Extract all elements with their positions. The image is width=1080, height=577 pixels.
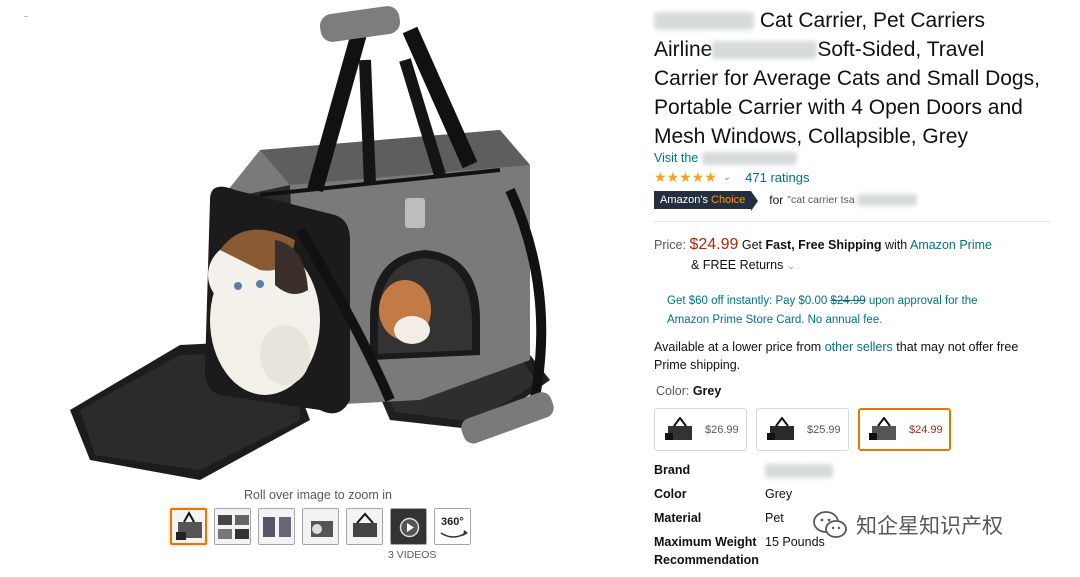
thumbnail-2[interactable] <box>214 508 251 545</box>
get-text: Get <box>741 238 763 252</box>
availability-text-b: that may not offer free <box>896 340 1019 354</box>
main-product-image[interactable] <box>60 0 580 482</box>
color-option-1[interactable]: $26.99 <box>654 408 747 451</box>
other-sellers-link[interactable]: other sellers <box>825 340 893 354</box>
color-option-price: $26.99 <box>705 423 739 436</box>
carrier-thumbnail-icon <box>767 416 794 440</box>
color-option-price: $24.99 <box>909 423 943 436</box>
videos-count-label: 3 VIDEOS <box>388 549 437 561</box>
carrier-thumbnail-icon <box>665 416 692 440</box>
thumbnail-3[interactable] <box>258 508 295 545</box>
fast-free-shipping: Fast, Free Shipping <box>765 238 882 252</box>
card-offer-text-b: upon approval for the <box>868 295 978 307</box>
watermark-text: 知企星知识产权 <box>856 515 1003 538</box>
redacted-title-text <box>712 41 818 60</box>
price-value: $24.99 <box>689 236 739 253</box>
card-offer-text-a: Get $60 off instantly: Pay $0.00 <box>667 295 828 307</box>
thumbnail-4[interactable] <box>302 508 339 545</box>
search-query-link[interactable]: "cat carrier tsa <box>787 194 854 206</box>
spec-value: Pet <box>765 511 784 525</box>
color-swatches: $26.99 $25.99 $24.99 <box>654 408 951 451</box>
visit-store-link[interactable]: Visit the <box>654 151 797 166</box>
for-label: for <box>769 193 784 207</box>
title-line-2-suffix: Soft-Sided, Travel <box>817 38 985 61</box>
divider <box>654 221 1050 222</box>
availability-note: Available at a lower price from other se… <box>654 338 1054 374</box>
product-title: Cat Carrier, Pet Carriers Airline Soft-Si… <box>654 6 1062 151</box>
title-line-3: Carrier for Average Cats and Small Dogs, <box>654 67 1040 90</box>
chevron-down-icon[interactable]: ⌄ <box>723 172 731 183</box>
free-returns-label: & FREE Returns <box>691 258 784 272</box>
redacted-store-name <box>701 152 797 166</box>
image-gallery: Roll over image to zoom in 360° 3 VIDEOS <box>0 0 640 573</box>
zoom-hint: Roll over image to zoom in <box>244 488 392 502</box>
thumbnail-1[interactable] <box>170 508 207 545</box>
title-line-5: Mesh Windows, Collapsible, Grey <box>654 125 968 148</box>
price-label: Price: <box>654 238 686 252</box>
title-line-4: Portable Carrier with 4 Open Doors and <box>654 96 1023 119</box>
title-line-2-prefix: Airline <box>654 38 713 61</box>
badge-choice: Choice <box>711 194 746 206</box>
amazons-choice-badge: Amazon's Choice <box>654 191 759 211</box>
ratings-count-link[interactable]: 471 ratings <box>745 170 809 185</box>
color-selection-label: Color: Grey <box>656 384 721 398</box>
spec-key: Material <box>654 511 702 525</box>
badge-prefix: Amazon's <box>660 194 708 206</box>
spec-key: Recommendation <box>654 553 759 567</box>
view-360-label: 360° <box>441 516 464 528</box>
watermark: 知企星知识产权 <box>812 510 1003 540</box>
thumbnail-strip: 360° <box>170 508 471 545</box>
free-returns-row[interactable]: & FREE Returns ⌄ <box>691 258 795 272</box>
color-option-2[interactable]: $25.99 <box>756 408 849 451</box>
with-text: with <box>884 238 908 252</box>
color-label: Color: <box>656 384 690 398</box>
wechat-icon <box>813 511 847 538</box>
card-offer-strike-price: $24.99 <box>830 295 866 307</box>
color-option-price: $25.99 <box>807 423 841 436</box>
carrier-thumbnail-icon <box>869 416 896 440</box>
card-offer-line-2: Amazon Prime Store Card. No annual fee. <box>667 314 883 326</box>
title-line-1: Cat Carrier, Pet Carriers <box>759 9 986 32</box>
spec-value: Grey <box>765 487 793 501</box>
rating-row: ★★★★★ ⌄ 471 ratings <box>654 169 809 186</box>
store-card-offer[interactable]: Get $60 off instantly: Pay $0.00 $24.99 … <box>667 292 1047 330</box>
redacted-brand <box>654 12 754 31</box>
availability-text-c: Prime shipping. <box>654 358 741 372</box>
spec-key: Maximum Weight <box>654 535 757 549</box>
spec-key: Brand <box>654 463 691 477</box>
video-thumbnail[interactable] <box>390 508 427 545</box>
amazons-choice-row: Amazon's Choice for "cat carrier tsa <box>654 191 917 211</box>
price-row: Price: $24.99 Get Fast, Free Shipping wi… <box>654 236 992 254</box>
availability-text-a: Available at a lower price from <box>654 340 822 354</box>
visit-store-prefix: Visit the <box>654 151 699 165</box>
color-option-3-selected[interactable]: $24.99 <box>858 408 951 451</box>
view-360-thumbnail[interactable]: 360° <box>434 508 471 545</box>
star-rating-icon[interactable]: ★★★★★ <box>654 169 717 186</box>
amazon-prime-link[interactable]: Amazon Prime <box>910 238 992 252</box>
spec-key: Color <box>654 487 687 501</box>
redacted-query <box>856 194 917 206</box>
color-value: Grey <box>692 384 722 398</box>
spec-value-redacted <box>765 463 833 478</box>
thumbnail-5[interactable] <box>346 508 383 545</box>
chevron-down-icon: ⌄ <box>787 261 795 271</box>
